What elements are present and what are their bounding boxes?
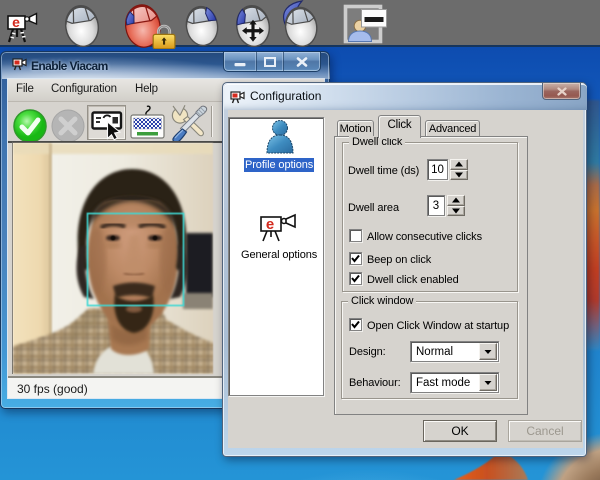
svg-text:e: e — [266, 216, 274, 233]
svg-text:e: e — [12, 14, 20, 30]
